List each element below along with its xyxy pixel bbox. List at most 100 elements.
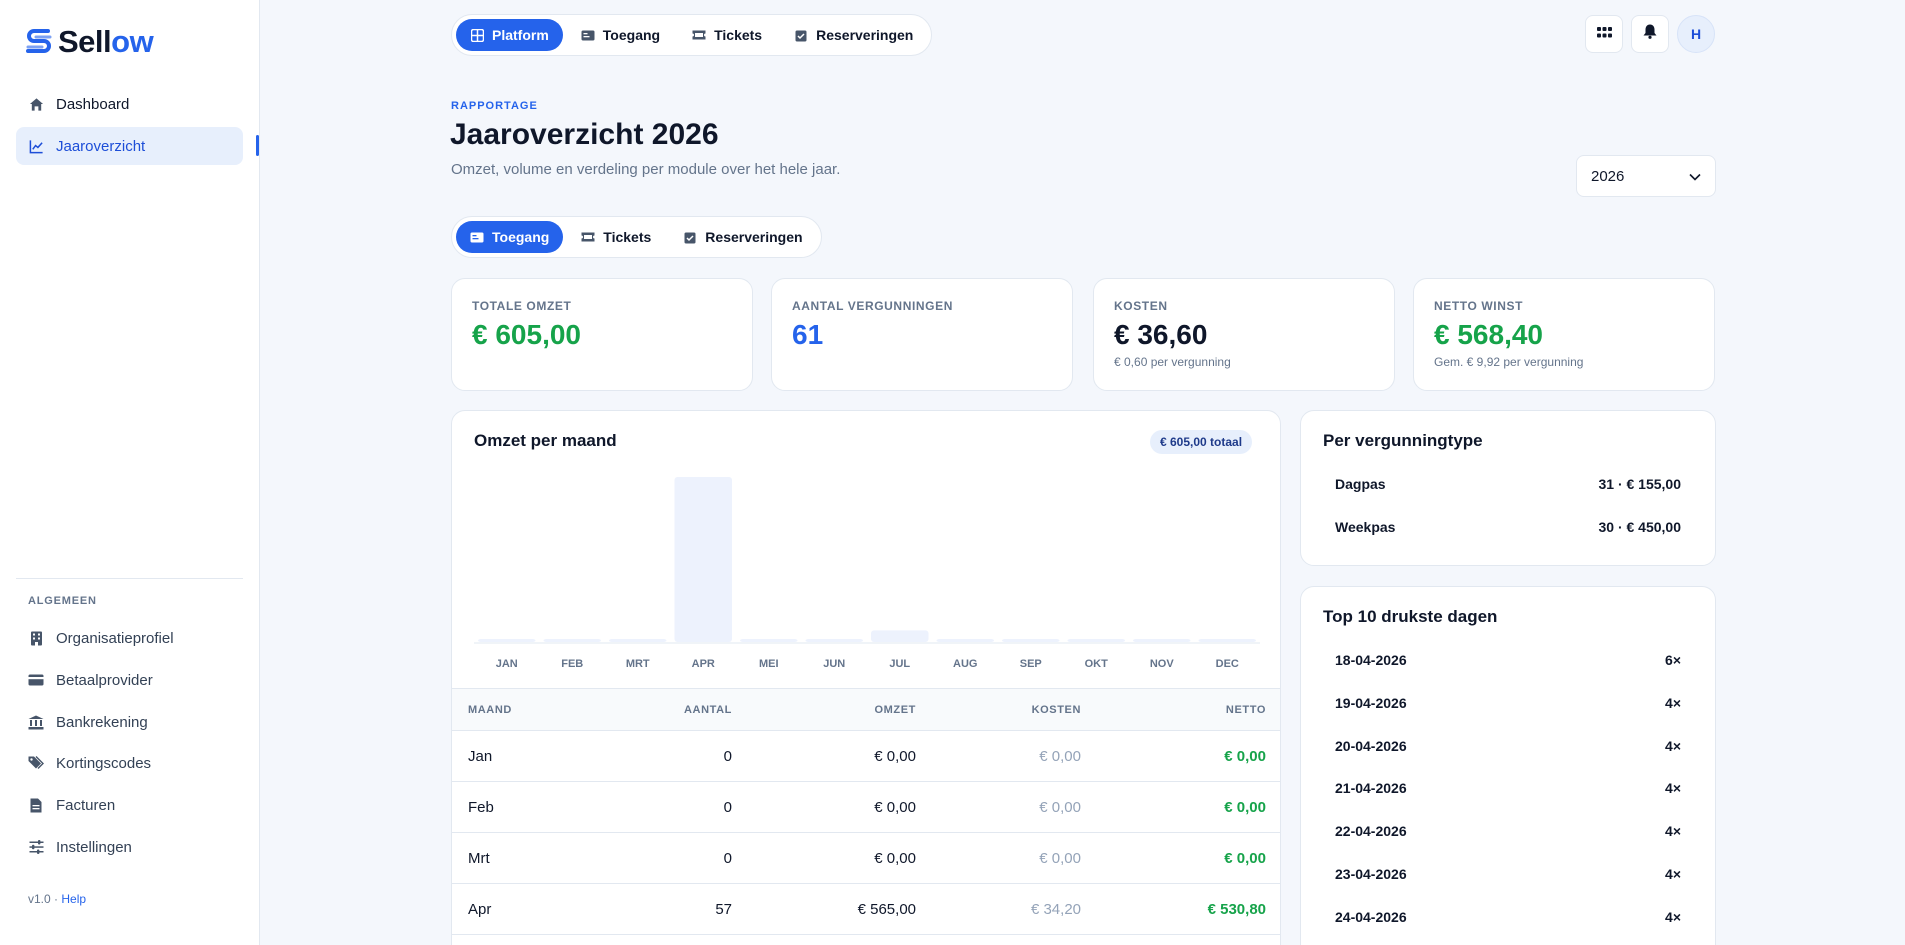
cell-month: Apr — [452, 883, 592, 935]
tab-tickets[interactable]: Tickets — [678, 19, 776, 51]
kpi-totale-omzet: TOTALE OMZET € 605,00 — [451, 278, 753, 391]
cell-kosten: € 34,20 — [916, 883, 1081, 935]
subtab-toegang[interactable]: Toegang — [456, 221, 564, 253]
sidebar-divider — [16, 578, 243, 579]
sliders-icon — [28, 839, 44, 855]
column-header-aantal[interactable]: AANTAL — [592, 688, 732, 731]
bar-nov[interactable] — [1133, 639, 1191, 642]
page-eyebrow: RAPPORTAGE — [451, 100, 538, 112]
cell-netto: € 0,00 — [1081, 781, 1280, 833]
sidebar-item-facturen[interactable]: Facturen — [16, 788, 243, 822]
cell-omzet: € 0,00 — [732, 730, 916, 782]
tick-label-nov: NOV — [1150, 658, 1175, 670]
bar-mrt[interactable] — [609, 639, 667, 642]
brand-prefix: Sell — [58, 24, 112, 59]
subtab-tickets[interactable]: Tickets — [567, 221, 665, 253]
cell-kosten: € 0,00 — [916, 781, 1081, 833]
day-count: 4× — [1665, 695, 1681, 711]
subtab-reserveringen[interactable]: Reserveringen — [669, 221, 816, 253]
tick-label-mei: MEI — [759, 658, 779, 670]
home-icon — [28, 96, 44, 112]
day-date: 21-04-2026 — [1335, 780, 1407, 796]
day-date: 19-04-2026 — [1335, 695, 1407, 711]
column-header-omzet[interactable]: OMZET — [732, 688, 916, 731]
sidebar-item-jaaroverzicht[interactable]: Jaaroverzicht — [16, 127, 243, 165]
bar-feb[interactable] — [543, 639, 602, 642]
day-date: 18-04-2026 — [1335, 652, 1407, 668]
kpi-value: 61 — [792, 319, 824, 350]
cell-aantal: 0 — [592, 832, 732, 884]
brand-name: Sellow — [58, 24, 154, 60]
cell-omzet: € 565,00 — [732, 883, 916, 935]
sidebar-item-label: Dashboard — [56, 95, 130, 113]
day-count: 4× — [1665, 866, 1681, 882]
months-table: MAAND AANTAL OMZET KOSTEN NETTO Jan 0 € … — [452, 688, 1280, 935]
help-link[interactable]: Help — [61, 892, 86, 906]
cell-omzet: € 0,00 — [732, 781, 916, 833]
sidebar-item-betaalprovider[interactable]: Betaalprovider — [16, 663, 243, 697]
sellow-logo-icon — [26, 29, 52, 53]
version-info: v1.0 · Help — [28, 892, 86, 906]
user-avatar[interactable]: H — [1677, 15, 1715, 53]
sidebar-item-label: Jaaroverzicht — [56, 137, 146, 155]
tab-platform[interactable]: Platform — [456, 19, 563, 51]
page-title: Jaaroverzicht 2026 — [450, 118, 719, 151]
brand-logo[interactable]: Sellow — [24, 24, 154, 60]
sidebar-item-label: Instellingen — [56, 838, 132, 856]
notifications-button[interactable] — [1631, 15, 1669, 53]
cell-omzet: € 0,00 — [732, 832, 916, 884]
tick-label-jun: JUN — [823, 658, 845, 670]
sidebar-item-bankrekening[interactable]: Bankrekening — [16, 705, 243, 739]
day-date: 20-04-2026 — [1335, 738, 1407, 754]
table-row: Jan 0 € 0,00 € 0,00 € 0,00 — [452, 730, 1280, 782]
type-label: Dagpas — [1335, 476, 1386, 492]
bar-okt[interactable] — [1067, 639, 1126, 642]
version-label: v1.0 · — [28, 892, 59, 906]
tab-label: Reserveringen — [705, 229, 803, 245]
sidebar-item-kortingscodes[interactable]: Kortingscodes — [16, 746, 243, 780]
column-header-kosten[interactable]: KOSTEN — [916, 688, 1081, 731]
sidebar-item-label: Facturen — [56, 796, 116, 814]
calendar-check-icon — [683, 230, 697, 244]
cell-netto: € 0,00 — [1081, 832, 1280, 884]
sidebar: Sellow Dashboard Jaaroverzicht ALGEMEEN … — [0, 0, 260, 945]
bank-icon — [28, 714, 44, 730]
brand-suffix: ow — [111, 24, 154, 59]
column-header-netto[interactable]: NETTO — [1081, 688, 1280, 731]
cell-month: Mrt — [452, 832, 592, 884]
tick-label-dec: DEC — [1216, 658, 1239, 670]
bar-jul[interactable] — [871, 630, 929, 642]
apps-button[interactable] — [1585, 15, 1623, 53]
tab-toegang[interactable]: Toegang — [567, 19, 674, 51]
bar-aug[interactable] — [936, 639, 995, 642]
tick-label-apr: APR — [692, 658, 715, 670]
chart-line-icon — [28, 138, 44, 154]
column-header-maand[interactable]: MAAND — [452, 688, 592, 731]
day-count: 4× — [1665, 823, 1681, 839]
tab-label: Reserveringen — [816, 27, 914, 43]
sidebar-item-instellingen[interactable]: Instellingen — [16, 830, 243, 864]
bar-mei[interactable] — [740, 639, 798, 642]
list-item: 20-04-2026 4× — [1335, 738, 1681, 754]
tab-reserveringen[interactable]: Reserveringen — [780, 19, 927, 51]
bar-jun[interactable] — [805, 639, 864, 642]
sidebar-item-label: Organisatieprofiel — [56, 629, 174, 647]
sidebar-item-dashboard[interactable]: Dashboard — [16, 85, 243, 123]
kpi-label: NETTO WINST — [1434, 299, 1524, 313]
sidebar-item-organisatieprofiel[interactable]: Organisatieprofiel — [16, 621, 243, 655]
bar-jan[interactable] — [478, 639, 536, 642]
bar-dec[interactable] — [1198, 639, 1257, 642]
bar-apr[interactable] — [674, 477, 733, 642]
year-select[interactable]: 2026 — [1576, 155, 1716, 197]
table-row: Apr 57 € 565,00 € 34,20 € 530,80 — [452, 883, 1280, 935]
sub-module-tabs: Toegang Tickets Reserveringen — [451, 216, 822, 258]
table-header-row: MAAND AANTAL OMZET KOSTEN NETTO — [452, 688, 1280, 731]
tick-label-aug: AUG — [953, 658, 977, 670]
bar-sep[interactable] — [1002, 639, 1060, 642]
table-row: Mrt 0 € 0,00 € 0,00 € 0,00 — [452, 832, 1280, 884]
grid-square-icon — [470, 28, 484, 42]
day-count: 4× — [1665, 909, 1681, 925]
tick-label-jul: JUL — [889, 658, 910, 670]
day-date: 23-04-2026 — [1335, 866, 1407, 882]
module-tabs: Platform Toegang Tickets Reserveringen — [451, 14, 933, 56]
